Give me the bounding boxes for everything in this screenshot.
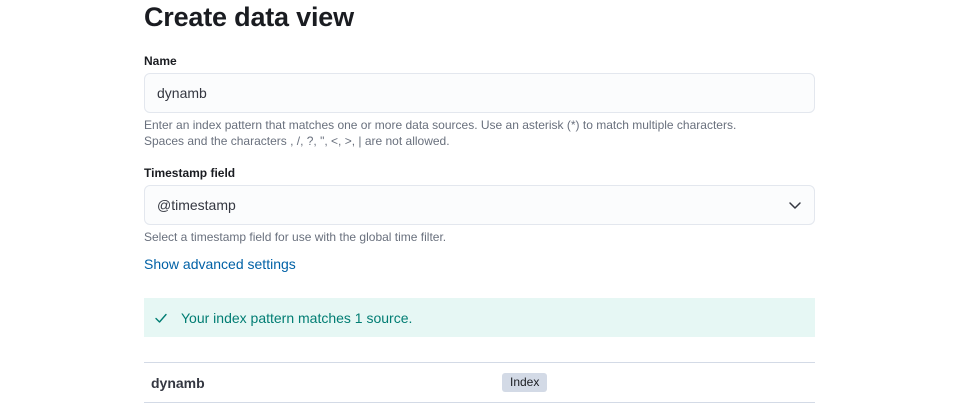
create-data-view-page: Create data view Name Enter an index pat… — [0, 0, 960, 410]
timestamp-help-text: Select a timestamp field for use with th… — [144, 230, 447, 244]
page-title: Create data view — [144, 2, 354, 32]
chevron-down-icon — [788, 198, 802, 212]
match-callout: Your index pattern matches 1 source. — [144, 298, 815, 337]
table-row: dynamb Index — [144, 362, 815, 403]
source-type-badge: Index — [502, 373, 548, 392]
check-icon — [154, 311, 168, 325]
timestamp-label: Timestamp field — [144, 166, 236, 180]
source-name: dynamb — [151, 374, 205, 391]
timestamp-select[interactable]: @timestamp — [144, 185, 815, 225]
name-label: Name — [144, 54, 177, 68]
timestamp-selected-value: @timestamp — [157, 197, 236, 213]
name-help-line-1: Enter an index pattern that matches one … — [144, 118, 737, 132]
match-callout-text: Your index pattern matches 1 source. — [181, 309, 413, 326]
name-input[interactable] — [144, 73, 815, 113]
show-advanced-settings-link[interactable]: Show advanced settings — [144, 256, 296, 272]
name-help-text: Enter an index pattern that matches one … — [144, 117, 824, 149]
name-help-line-2: Spaces and the characters , /, ?, ", <, … — [144, 134, 450, 148]
